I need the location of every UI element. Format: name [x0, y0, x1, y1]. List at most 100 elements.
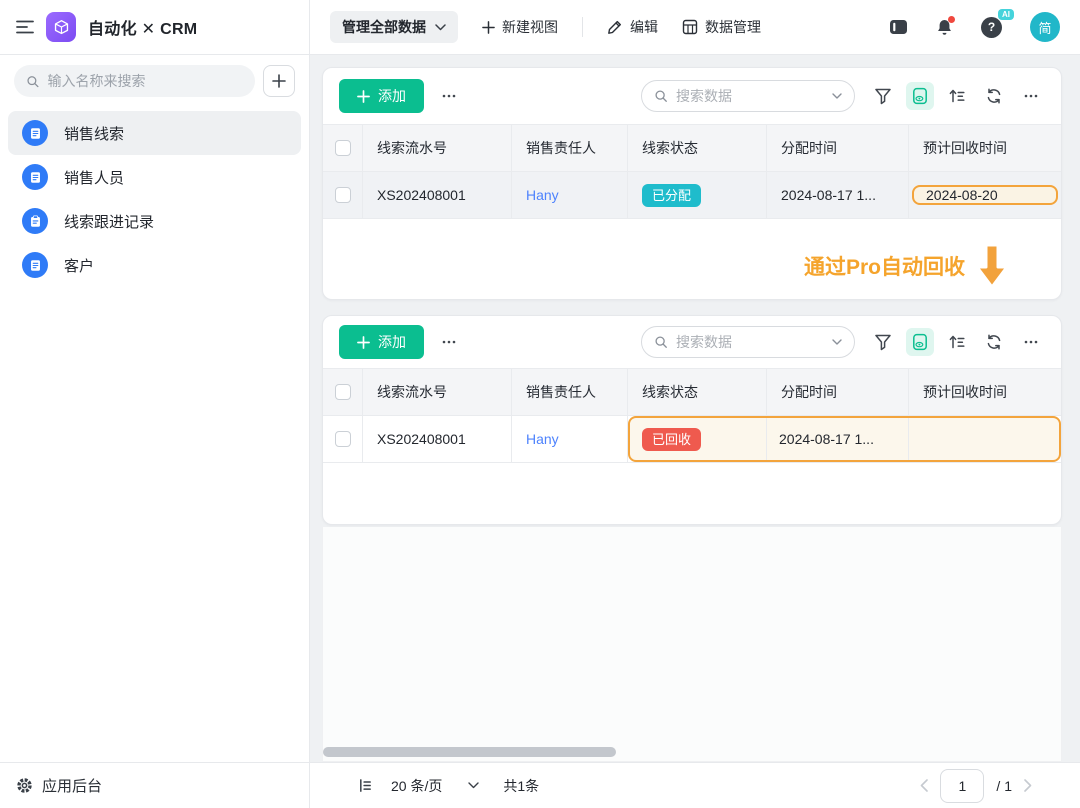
sidebar-search-input[interactable] [48, 73, 243, 89]
top-bar-main: 管理全部数据 新建视图 编辑 数据管理 [310, 0, 1080, 54]
row-cell-assign-time: 2024-08-17 1... [767, 418, 909, 460]
next-page-icon[interactable] [1024, 779, 1032, 792]
pencil-icon [607, 19, 623, 35]
sidebar-search-row [0, 55, 309, 103]
table-header-row: 线索流水号 销售责任人 线索状态 分配时间 预计回收时间 [323, 125, 1061, 172]
table-search-input[interactable] [676, 88, 824, 104]
table-search-box[interactable] [641, 80, 855, 112]
total-count: 共1条 [503, 776, 539, 796]
table-header-row: 线索流水号 销售责任人 线索状态 分配时间 预计回收时间 [323, 369, 1061, 416]
highlighted-cell-group: 已回收 2024-08-17 1... [628, 416, 1061, 462]
table-tool-icons [869, 328, 1045, 356]
pagination-left: 20 条/页 共1条 [358, 776, 539, 796]
sidebar: 销售线索 销售人员 线索跟进记录 客户 应用后台 [0, 55, 310, 808]
body: 销售线索 销售人员 线索跟进记录 客户 应用后台 [0, 55, 1080, 808]
view-card-before: 添加 [322, 67, 1062, 300]
annotation-text: 通过Pro自动回收 [804, 243, 965, 281]
more-actions-icon[interactable] [440, 333, 458, 351]
card-view-icon[interactable] [906, 82, 934, 110]
refresh-icon[interactable] [980, 328, 1008, 356]
more-options-icon[interactable] [1017, 328, 1045, 356]
row-cell-status: 已回收 [630, 418, 767, 460]
add-record-button[interactable]: 添加 [339, 325, 424, 359]
data-management-button[interactable]: 数据管理 [682, 17, 761, 37]
table-search-box[interactable] [641, 326, 855, 358]
side-panel-icon[interactable] [889, 19, 908, 35]
select-all-checkbox[interactable] [335, 140, 351, 156]
collapse-sidebar-icon[interactable] [16, 20, 34, 34]
search-icon [26, 74, 40, 89]
page-size-chevron-icon[interactable] [468, 782, 479, 789]
view-switcher-button[interactable]: 管理全部数据 [330, 11, 458, 43]
header-cell: 分配时间 [767, 369, 909, 415]
table-toolbar: 添加 [323, 68, 1061, 124]
filter-icon[interactable] [869, 82, 897, 110]
table-grid-icon [682, 19, 698, 35]
row-cell-owner: Hany [512, 416, 628, 462]
header-cell: 线索状态 [628, 369, 767, 415]
form-icon [22, 164, 48, 190]
plus-icon [482, 21, 495, 34]
rows-per-page-icon [358, 778, 373, 793]
owner-link[interactable]: Hany [526, 187, 559, 203]
top-bar-right: ? AI 简 [889, 12, 1060, 42]
page-number-input[interactable] [940, 769, 984, 803]
filter-icon[interactable] [869, 328, 897, 356]
sort-icon[interactable] [943, 328, 971, 356]
notification-dot [948, 16, 955, 23]
form-icon [22, 120, 48, 146]
gear-icon [16, 777, 33, 794]
pagination-right: / 1 [920, 769, 1032, 803]
app-backend-button[interactable]: 应用后台 [0, 762, 309, 808]
new-view-button[interactable]: 新建视图 [482, 17, 558, 37]
chevron-down-icon[interactable] [832, 339, 842, 345]
prev-page-icon[interactable] [920, 779, 928, 792]
table-search-input[interactable] [676, 334, 824, 350]
sidebar-item-sales-staff[interactable]: 销售人员 [8, 155, 301, 199]
header-cell: 销售责任人 [512, 125, 628, 171]
add-form-button[interactable] [263, 65, 295, 97]
sidebar-item-list: 销售线索 销售人员 线索跟进记录 客户 [0, 111, 309, 287]
highlighted-cell: 2024-08-20 [912, 185, 1058, 205]
select-all-checkbox[interactable] [335, 384, 351, 400]
row-checkbox[interactable] [335, 431, 351, 447]
page-size-value[interactable]: 20 条/页 [391, 776, 442, 796]
sidebar-item-lead-followup[interactable]: 线索跟进记录 [8, 199, 301, 243]
more-options-icon[interactable] [1017, 82, 1045, 110]
notification-bell-icon[interactable] [936, 18, 953, 36]
row-cell-status: 已分配 [628, 172, 767, 218]
help-question-glyph: ? [981, 17, 1002, 38]
chevron-down-icon[interactable] [832, 93, 842, 99]
sidebar-item-label: 销售人员 [64, 167, 124, 188]
annotation: 通过Pro自动回收 [804, 243, 1009, 289]
app-window: 自动化 ✕ CRM 管理全部数据 新建视图 编辑 数据管理 [0, 0, 1080, 808]
refresh-icon[interactable] [980, 82, 1008, 110]
status-badge: 已分配 [642, 184, 701, 207]
pagination-bar: 20 条/页 共1条 / 1 [310, 762, 1080, 808]
app-logo-cube-icon [46, 12, 76, 42]
help-icon[interactable]: ? AI [981, 17, 1002, 38]
add-record-label: 添加 [378, 86, 406, 106]
sort-icon[interactable] [943, 82, 971, 110]
search-icon [654, 335, 668, 349]
form-icon [22, 252, 48, 278]
sidebar-search-box[interactable] [14, 65, 255, 97]
table-toolbar: 添加 [323, 316, 1061, 368]
header-cell: 线索流水号 [363, 125, 512, 171]
owner-link[interactable]: Hany [526, 431, 559, 447]
add-record-button[interactable]: 添加 [339, 79, 424, 113]
status-badge: 已回收 [642, 428, 701, 451]
horizontal-scrollbar[interactable] [323, 747, 616, 757]
row-cell-serial: XS202408001 [363, 172, 512, 218]
table-row[interactable]: XS202408001 Hany 已回收 2024-08-17 1... [323, 416, 1061, 463]
sidebar-item-sales-leads[interactable]: 销售线索 [8, 111, 301, 155]
sidebar-item-customers[interactable]: 客户 [8, 243, 301, 287]
row-cell-assign-time: 2024-08-17 1... [767, 172, 909, 218]
table-row[interactable]: XS202408001 Hany 已分配 2024-08-17 1... 202… [323, 172, 1061, 219]
card-view-icon[interactable] [906, 328, 934, 356]
app-title: 自动化 ✕ CRM [88, 15, 197, 39]
row-checkbox[interactable] [335, 187, 351, 203]
edit-button[interactable]: 编辑 [607, 17, 658, 37]
avatar[interactable]: 简 [1030, 12, 1060, 42]
more-actions-icon[interactable] [440, 87, 458, 105]
